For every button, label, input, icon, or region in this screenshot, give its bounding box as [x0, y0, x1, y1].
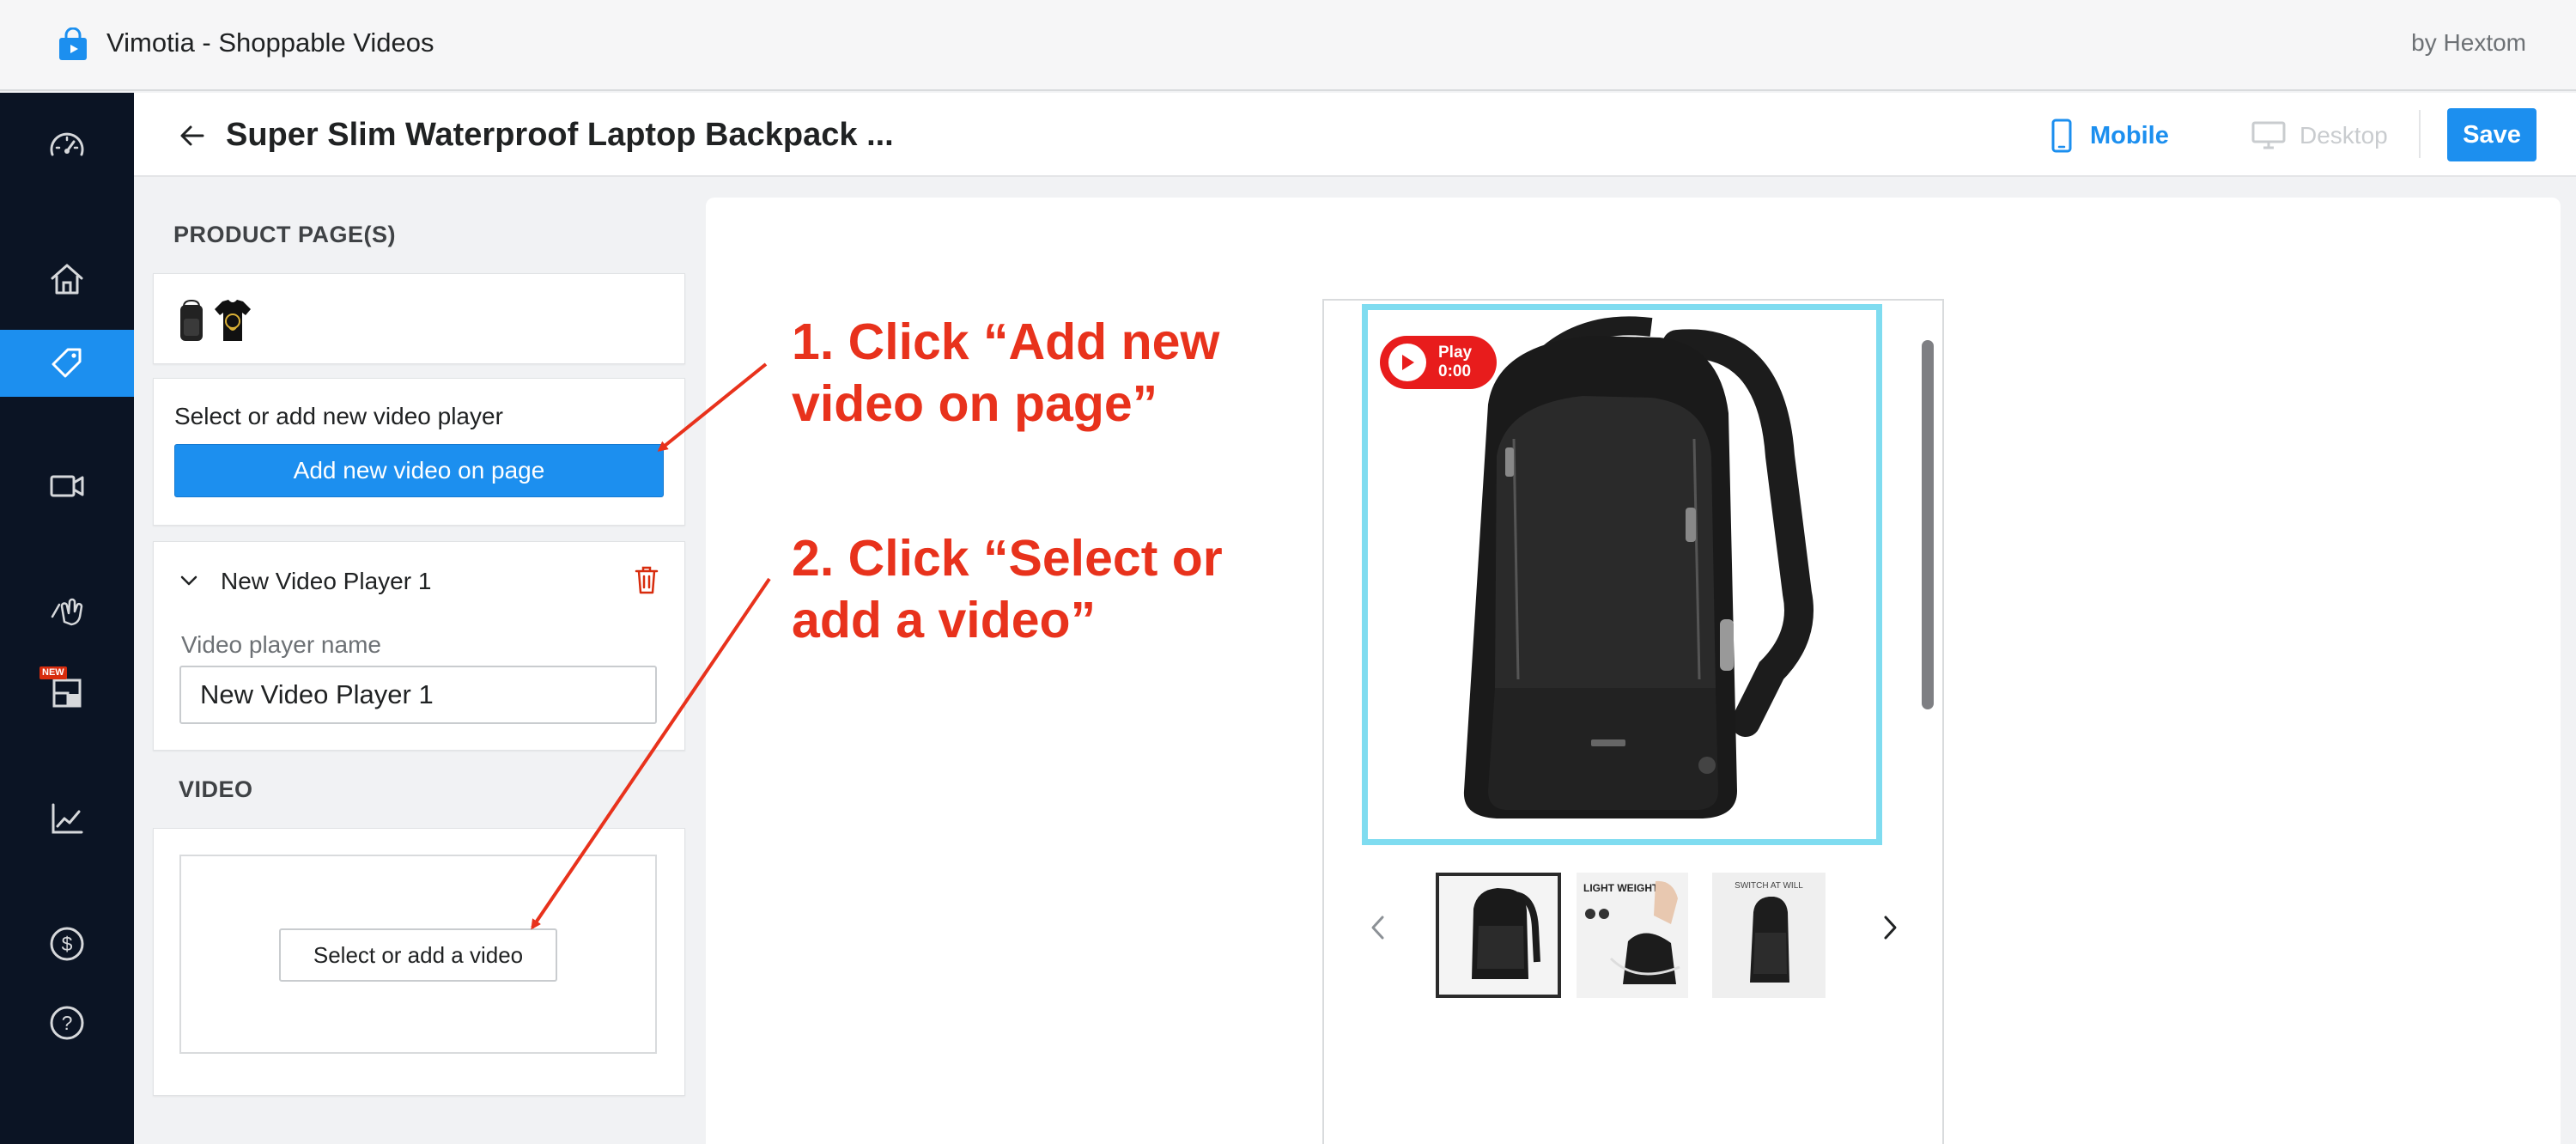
back-button[interactable]: [172, 115, 213, 156]
sidebar-item-billing[interactable]: $: [0, 910, 134, 977]
video-player-card: New Video Player 1 Video player name: [153, 541, 685, 751]
dollar-icon: $: [50, 927, 84, 961]
svg-text:$: $: [62, 933, 73, 955]
page-header: Super Slim Waterproof Laptop Backpack ..…: [134, 93, 2576, 177]
home-icon: [51, 264, 83, 295]
sidebar-nav: NEW $ ?: [0, 93, 134, 1144]
play-time: 0:00: [1438, 362, 1472, 380]
gallery-thumbnail-3[interactable]: SWITCH AT WILL: [1712, 873, 1826, 998]
select-or-add-video-button[interactable]: Select or add a video: [279, 928, 557, 982]
play-label: Play: [1438, 344, 1473, 362]
backpack-thumbnail: [180, 299, 203, 341]
chevron-left-icon: [1371, 916, 1384, 940]
chevron-right-icon: [1884, 916, 1897, 940]
play-circle-icon: [1388, 344, 1426, 381]
thumb-text-lightweight: LIGHT WEIGHT: [1583, 882, 1659, 894]
video-dropzone: Select or add a video: [179, 855, 657, 1054]
mobile-label: Mobile: [2090, 121, 2169, 149]
player-title: New Video Player 1: [221, 568, 432, 594]
sidebar-item-interactions[interactable]: [0, 575, 134, 642]
video-heading: VIDEO: [179, 776, 253, 802]
product-pages-card: [153, 273, 685, 364]
help-icon: ?: [50, 1006, 84, 1040]
select-player-label: Select or add new video player: [174, 403, 503, 429]
product-main-image[interactable]: Play 0:00: [1362, 304, 1882, 845]
header-divider: [2419, 110, 2421, 158]
sidebar-item-dashboard[interactable]: [0, 113, 134, 180]
mobile-preview-frame: Play 0:00 LIGHT WEIGHT SWITCH AT WILL: [1322, 299, 1944, 1144]
sidebar-item-new-widget[interactable]: NEW: [0, 658, 134, 725]
add-new-video-button[interactable]: Add new video on page: [174, 444, 664, 497]
desktop-label: Desktop: [2300, 122, 2388, 149]
product-pages-heading: PRODUCT PAGE(S): [173, 222, 397, 247]
preview-scrollbar[interactable]: [1922, 340, 1934, 709]
view-toggle-mobile[interactable]: Mobile: [2050, 112, 2169, 160]
settings-panel: PRODUCT PAGE(S) Select or add new video …: [134, 179, 692, 1144]
backpack-thumb-image: [1472, 888, 1540, 979]
trash-icon[interactable]: [633, 564, 660, 595]
backpack-image: [1463, 316, 1814, 818]
shopping-bag-play-icon: [59, 27, 87, 60]
mobile-phone-icon: [2051, 119, 2072, 153]
annotation-step-1: 1. Click “Add new video on page”: [792, 311, 1219, 435]
app-topbar: Vimotia - Shoppable Videos by Hextom: [0, 0, 2576, 91]
annotation-step-1-line-1: 1. Click “Add new: [792, 313, 1220, 370]
save-button[interactable]: Save: [2447, 108, 2537, 161]
desktop-monitor-icon: [2251, 121, 2286, 149]
annotation-step-2-line-1: 2. Click “Select or: [792, 530, 1223, 587]
vendor-label: by Hextom: [2411, 29, 2526, 56]
tshirt-thumbnail: [215, 300, 251, 341]
sidebar-item-products[interactable]: [0, 330, 134, 397]
svg-text:?: ?: [62, 1012, 73, 1034]
gallery-thumbnail-1[interactable]: [1436, 873, 1561, 998]
chevron-down-icon[interactable]: [178, 569, 200, 592]
video-card: Select or add a video: [153, 828, 685, 1096]
sidebar-item-analytics[interactable]: [0, 785, 134, 852]
sidebar-item-home[interactable]: [0, 246, 134, 313]
hand-tap-icon: [51, 598, 83, 626]
carousel-next-button[interactable]: [1874, 902, 1908, 953]
arrow-left-icon: [180, 125, 204, 146]
new-badge: NEW: [39, 666, 67, 679]
player-name-label: Video player name: [181, 631, 381, 658]
sidebar-item-videos[interactable]: [0, 452, 134, 519]
video-player-select-card: Select or add new video player Add new v…: [153, 378, 685, 526]
switch-thumb-image: SWITCH AT WILL: [1712, 873, 1826, 998]
carousel-prev-button[interactable]: [1360, 902, 1394, 953]
annotation-step-2: 2. Click “Select or add a video”: [792, 527, 1223, 651]
lightweight-thumb-image: LIGHT WEIGHT: [1577, 873, 1688, 998]
play-video-badge[interactable]: Play 0:00: [1380, 336, 1497, 389]
page-title: Super Slim Waterproof Laptop Backpack ..…: [226, 117, 894, 153]
app-title: Vimotia - Shoppable Videos: [106, 27, 434, 58]
analytics-chart-icon: [52, 803, 83, 834]
thumb-text-switch: SWITCH AT WILL: [1735, 881, 1803, 891]
gallery-thumbnail-2[interactable]: LIGHT WEIGHT: [1577, 873, 1688, 998]
tag-icon: [52, 348, 82, 378]
dashboard-gauge-icon: [50, 132, 84, 156]
video-camera-icon: [50, 475, 84, 497]
annotation-step-1-line-2: video on page”: [792, 375, 1158, 432]
player-name-input[interactable]: [179, 666, 657, 724]
view-toggle-desktop[interactable]: Desktop: [2251, 112, 2388, 160]
annotation-step-2-line-2: add a video”: [792, 592, 1097, 648]
sidebar-item-help[interactable]: ?: [0, 989, 134, 1056]
